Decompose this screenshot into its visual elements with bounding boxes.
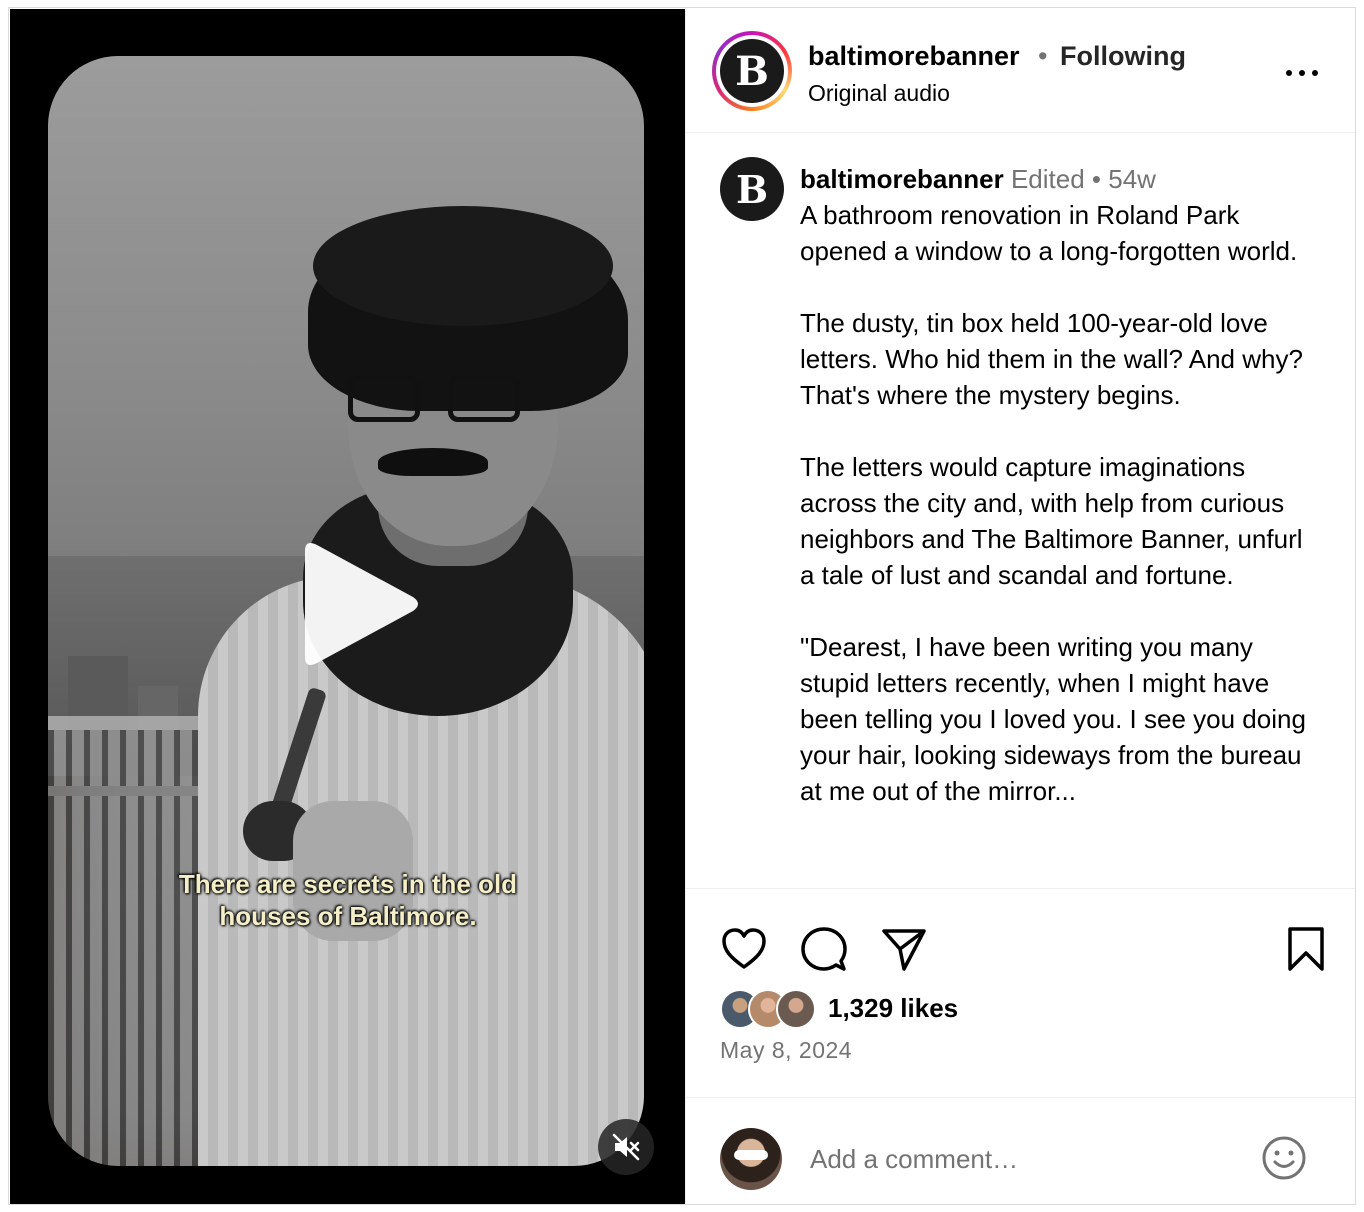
action-area: 1,329 likes May 8, 2024 bbox=[686, 888, 1355, 1204]
subtitle-line: houses of Baltimore. bbox=[219, 901, 477, 931]
post-sidebar: B baltimorebanner • Following Original a… bbox=[685, 8, 1355, 1204]
emoji-icon[interactable] bbox=[1260, 1134, 1308, 1187]
heart-icon[interactable] bbox=[720, 925, 768, 978]
comment-composer bbox=[686, 1097, 1355, 1204]
like-count[interactable]: 1,329 likes bbox=[828, 993, 958, 1024]
comment-icon[interactable] bbox=[800, 925, 848, 978]
audio-link[interactable]: Original audio bbox=[808, 80, 950, 107]
separator-dot: • bbox=[1038, 41, 1048, 71]
post-age[interactable]: 54w bbox=[1108, 164, 1156, 194]
following-button[interactable]: Following bbox=[1060, 41, 1186, 72]
user-avatar bbox=[720, 1128, 782, 1190]
post-header: B baltimorebanner • Following Original a… bbox=[686, 8, 1355, 133]
banner-logo: B bbox=[720, 39, 784, 103]
play-icon[interactable] bbox=[293, 539, 423, 669]
post-dialog: There are secrets in the old houses of B… bbox=[8, 7, 1356, 1205]
subtitle-line: There are secrets in the old bbox=[178, 869, 518, 899]
avatar bbox=[776, 989, 816, 1029]
caption-comment: baltimorebanner Edited • 54w A bathroom … bbox=[800, 161, 1320, 809]
video-player[interactable]: There are secrets in the old houses of B… bbox=[10, 9, 685, 1204]
post-date[interactable]: May 8, 2024 bbox=[720, 1037, 852, 1064]
author-username[interactable]: baltimorebanner bbox=[800, 164, 1004, 194]
video-subtitle: There are secrets in the old houses of B… bbox=[158, 868, 538, 932]
story-ring-avatar[interactable]: B bbox=[712, 31, 792, 111]
bookmark-icon[interactable] bbox=[1286, 925, 1326, 978]
separator-dot: • bbox=[1091, 164, 1102, 194]
more-options-icon[interactable] bbox=[1282, 60, 1322, 90]
caption-area: B baltimorebanner Edited • 54w A bathroo… bbox=[686, 133, 1355, 887]
caption-text: A bathroom renovation in Roland Park ope… bbox=[800, 200, 1306, 806]
muted-speaker-icon[interactable] bbox=[598, 1119, 654, 1175]
comment-input[interactable] bbox=[808, 1136, 1232, 1182]
header-username[interactable]: baltimorebanner bbox=[808, 41, 1020, 72]
author-avatar[interactable]: B bbox=[720, 157, 784, 221]
share-icon[interactable] bbox=[880, 925, 928, 978]
edited-label: Edited bbox=[1010, 164, 1085, 194]
